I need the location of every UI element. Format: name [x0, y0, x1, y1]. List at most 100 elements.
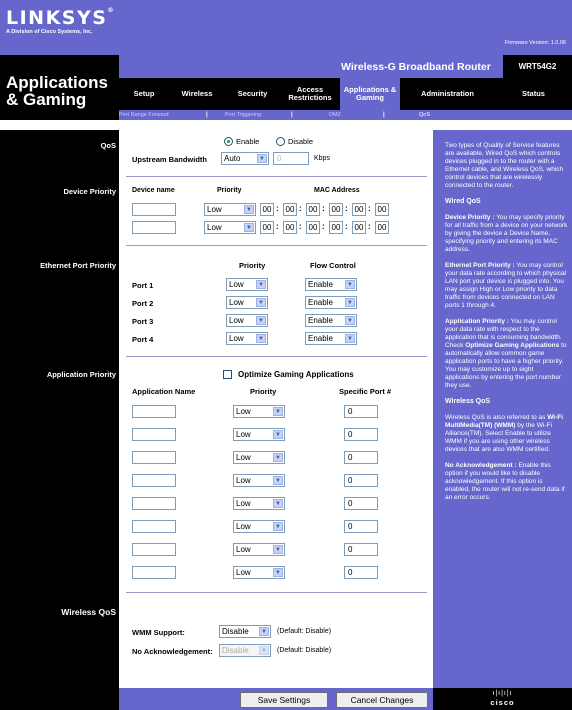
application-priority-select[interactable]: Low ▼ — [233, 474, 285, 487]
application-port-input[interactable]: 0 — [344, 474, 378, 487]
mac-separator: : — [322, 222, 325, 231]
logo-subtitle: A Division of Cisco Systems, Inc. — [6, 29, 93, 35]
linksys-logo: LINKSYS® — [6, 7, 113, 29]
chevron-down-icon: ▼ — [273, 430, 283, 439]
application-port-input[interactable]: 0 — [344, 451, 378, 464]
help-text: to automatically allow common game appli… — [445, 342, 567, 389]
qos-enable-radio[interactable] — [224, 137, 233, 146]
firmware-version: Firmware Version: 1.0.06 — [504, 40, 566, 46]
flow-control-select[interactable]: Enable ▼ — [305, 296, 357, 309]
optimize-gaming-label: Optimize Gaming Applications — [238, 370, 354, 379]
application-port-input[interactable]: 0 — [344, 520, 378, 533]
subtab-qos[interactable]: QoS — [419, 110, 430, 120]
cisco-wordmark: cisco — [490, 698, 515, 707]
qos-disable-radio[interactable] — [276, 137, 285, 146]
application-priority-select[interactable]: Low ▼ — [233, 405, 285, 418]
mac-separator: : — [368, 222, 371, 231]
left-column-gap — [0, 120, 119, 130]
application-name-input[interactable] — [132, 428, 176, 441]
mac-octet-input[interactable]: 00 — [352, 221, 366, 234]
port-priority-select[interactable]: Low ▼ — [226, 296, 268, 309]
application-name-input[interactable] — [132, 566, 176, 579]
mac-separator: : — [345, 222, 348, 231]
chevron-down-icon: ▼ — [273, 453, 283, 462]
application-port-input[interactable]: 0 — [344, 566, 378, 579]
tab-applications-gaming[interactable]: Applications & Gaming — [340, 78, 400, 110]
flow-control-value: Enable — [308, 280, 333, 289]
port-priority-select[interactable]: Low ▼ — [226, 314, 268, 327]
application-name-input[interactable] — [132, 451, 176, 464]
product-name: Wireless-G Broadband Router — [341, 61, 491, 73]
device-name-header: Device name — [132, 187, 175, 194]
application-name-input[interactable] — [132, 474, 176, 487]
mac-octet-input[interactable]: 00 — [329, 221, 343, 234]
application-priority-select[interactable]: Low ▼ — [233, 428, 285, 441]
subtab-dmz[interactable]: DMZ — [329, 110, 341, 120]
chevron-down-icon: ▼ — [257, 154, 267, 163]
tab-wireless[interactable]: Wireless — [169, 78, 225, 110]
application-name-input[interactable] — [132, 520, 176, 533]
application-priority-select[interactable]: Low ▼ — [233, 543, 285, 556]
chevron-down-icon: ▼ — [256, 280, 266, 289]
device-priority-select[interactable]: Low ▼ — [204, 203, 256, 216]
flow-control-select[interactable]: Enable ▼ — [305, 314, 357, 327]
port-priority-select[interactable]: Low ▼ — [226, 278, 268, 291]
application-priority-select[interactable]: Low ▼ — [233, 566, 285, 579]
mac-separator: : — [299, 204, 302, 213]
save-settings-button[interactable]: Save Settings — [240, 692, 328, 708]
application-priority-select[interactable]: Low ▼ — [233, 520, 285, 533]
mac-octet-input[interactable]: 00 — [260, 203, 274, 216]
upstream-kbps-input[interactable]: 0 — [273, 152, 309, 165]
help-wireless-qos: Wireless QoS is also referred to as Wi-F… — [445, 414, 568, 454]
cancel-changes-button[interactable]: Cancel Changes — [336, 692, 428, 708]
application-port-input[interactable]: 0 — [344, 543, 378, 556]
application-port-input[interactable]: 0 — [344, 497, 378, 510]
application-priority-select[interactable]: Low ▼ — [233, 497, 285, 510]
upstream-bandwidth-select[interactable]: Auto ▼ — [221, 152, 269, 165]
section-device-priority-label: Device Priority — [63, 187, 116, 196]
device-name-input[interactable] — [132, 221, 176, 234]
device-priority-select[interactable]: Low ▼ — [204, 221, 256, 234]
mac-octet-input[interactable]: 00 — [283, 203, 297, 216]
mac-address-header: MAC Address — [314, 187, 360, 194]
application-port-input[interactable]: 0 — [344, 405, 378, 418]
application-port-input[interactable]: 0 — [344, 428, 378, 441]
port-label: Port 2 — [132, 299, 154, 308]
optimize-gaming-checkbox[interactable] — [223, 370, 232, 379]
application-name-input[interactable] — [132, 497, 176, 510]
tab-security[interactable]: Security — [225, 78, 280, 110]
application-priority-select[interactable]: Low ▼ — [233, 451, 285, 464]
flow-control-select[interactable]: Enable ▼ — [305, 278, 357, 291]
application-priority-value: Low — [236, 499, 251, 508]
subtab-port-range-forward[interactable]: Port Range Forward — [119, 110, 169, 120]
tab-administration[interactable]: Administration — [400, 78, 495, 110]
port-priority-value: Low — [229, 280, 244, 289]
mac-octet-input[interactable]: 00 — [283, 221, 297, 234]
mac-octet-input[interactable]: 00 — [306, 203, 320, 216]
mac-octet-input[interactable]: 00 — [329, 203, 343, 216]
application-name-input[interactable] — [132, 405, 176, 418]
help-intro: Two types of Quality of Service features… — [445, 142, 564, 189]
mac-octet-input[interactable]: 00 — [375, 203, 389, 216]
flow-control-select[interactable]: Enable ▼ — [305, 332, 357, 345]
help-term: Optimize Gaming Applications — [465, 342, 560, 349]
device-name-input[interactable] — [132, 203, 176, 216]
chevron-down-icon: ▼ — [259, 627, 269, 636]
application-name-input[interactable] — [132, 543, 176, 556]
chevron-down-icon: ▼ — [273, 545, 283, 554]
mac-octet-input[interactable]: 00 — [306, 221, 320, 234]
no-acknowledgement-select[interactable]: Disable ▼ — [219, 644, 271, 657]
wmm-support-select[interactable]: Disable ▼ — [219, 625, 271, 638]
subtab-port-triggering[interactable]: Port Triggering — [225, 110, 261, 120]
mac-octet-input[interactable]: 00 — [352, 203, 366, 216]
help-device-priority: Device Priority : You may specify priori… — [445, 214, 568, 254]
application-priority-value: Low — [236, 453, 251, 462]
help-ethernet-priority: Ethernet Port Priority : You may control… — [445, 262, 568, 310]
tab-setup[interactable]: Setup — [119, 78, 169, 110]
mac-octet-input[interactable]: 00 — [375, 221, 389, 234]
port-priority-select[interactable]: Low ▼ — [226, 332, 268, 345]
tab-status[interactable]: Status — [495, 78, 572, 110]
tab-access-restrictions[interactable]: Access Restrictions — [280, 78, 340, 110]
mac-octet-input[interactable]: 00 — [260, 221, 274, 234]
help-term: Device Priority : — [445, 214, 495, 221]
